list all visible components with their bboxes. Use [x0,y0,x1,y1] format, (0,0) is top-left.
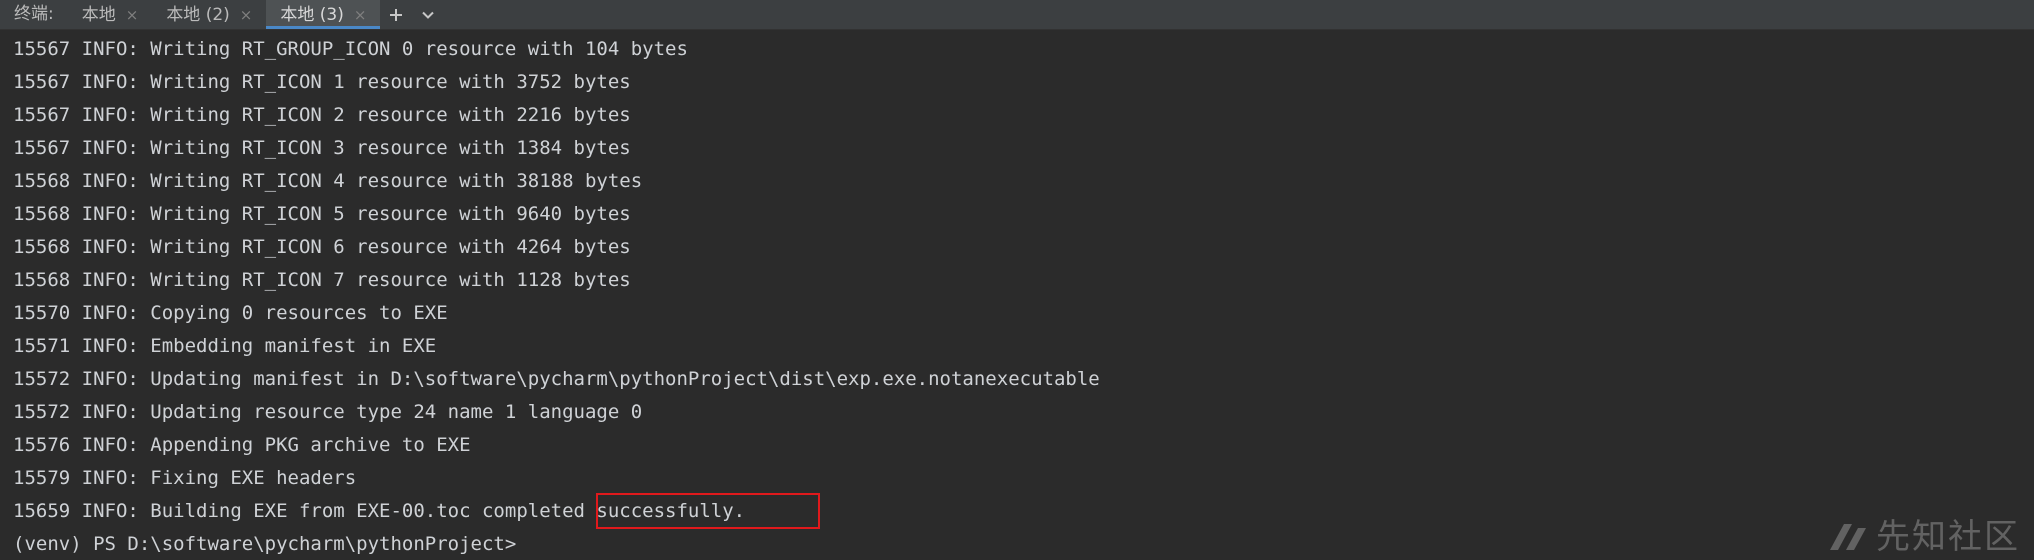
terminal-line: 15567 INFO: Writing RT_GROUP_ICON 0 reso… [13,38,688,60]
plus-icon[interactable] [380,0,412,29]
terminal-caption: 终端: [14,4,54,24]
tab-local-1[interactable]: 本地 × [68,0,153,29]
close-icon[interactable]: × [126,1,139,29]
terminal-line: 15567 INFO: Writing RT_ICON 1 resource w… [13,71,631,93]
terminal-line: 15579 INFO: Fixing EXE headers [13,467,357,489]
tab-local-3[interactable]: 本地 (3) × [266,0,381,29]
close-icon[interactable]: × [354,1,367,29]
terminal-line: 15568 INFO: Writing RT_ICON 5 resource w… [13,203,631,225]
terminal-line: 15571 INFO: Embedding manifest in EXE [13,335,437,357]
terminal-line: 15568 INFO: Writing RT_ICON 4 resource w… [13,170,643,192]
chevron-down-icon[interactable] [412,0,444,29]
terminal-line: 15572 INFO: Updating manifest in D:\soft… [13,368,1100,390]
close-icon[interactable]: × [240,1,253,29]
tab-label: 本地 (2) [166,4,230,25]
tab-label: 本地 [81,4,116,25]
terminal-line: 15567 INFO: Writing RT_ICON 2 resource w… [13,104,631,126]
terminal-line: 15567 INFO: Writing RT_ICON 3 resource w… [13,137,631,159]
tab-label: 本地 (3) [280,4,344,25]
terminal-line: 15568 INFO: Writing RT_ICON 7 resource w… [13,269,631,291]
terminal-output[interactable]: 15567 INFO: Writing RT_GROUP_ICON 0 reso… [0,33,2034,560]
terminal-prompt[interactable]: (venv) PS D:\software\pycharm\pythonProj… [13,528,2034,560]
tab-local-2[interactable]: 本地 (2) × [152,0,266,29]
terminal-tab-bar: 终端: 本地 × 本地 (2) × 本地 (3) × [0,0,2034,30]
terminal-line: 15570 INFO: Copying 0 resources to EXE [13,302,448,324]
terminal-line: 15576 INFO: Appending PKG archive to EXE [13,434,471,456]
terminal-line: 15659 INFO: Building EXE from EXE-00.toc… [13,500,746,522]
terminal-line: 15572 INFO: Updating resource type 24 na… [13,401,643,423]
terminal-line: 15568 INFO: Writing RT_ICON 6 resource w… [13,236,631,258]
